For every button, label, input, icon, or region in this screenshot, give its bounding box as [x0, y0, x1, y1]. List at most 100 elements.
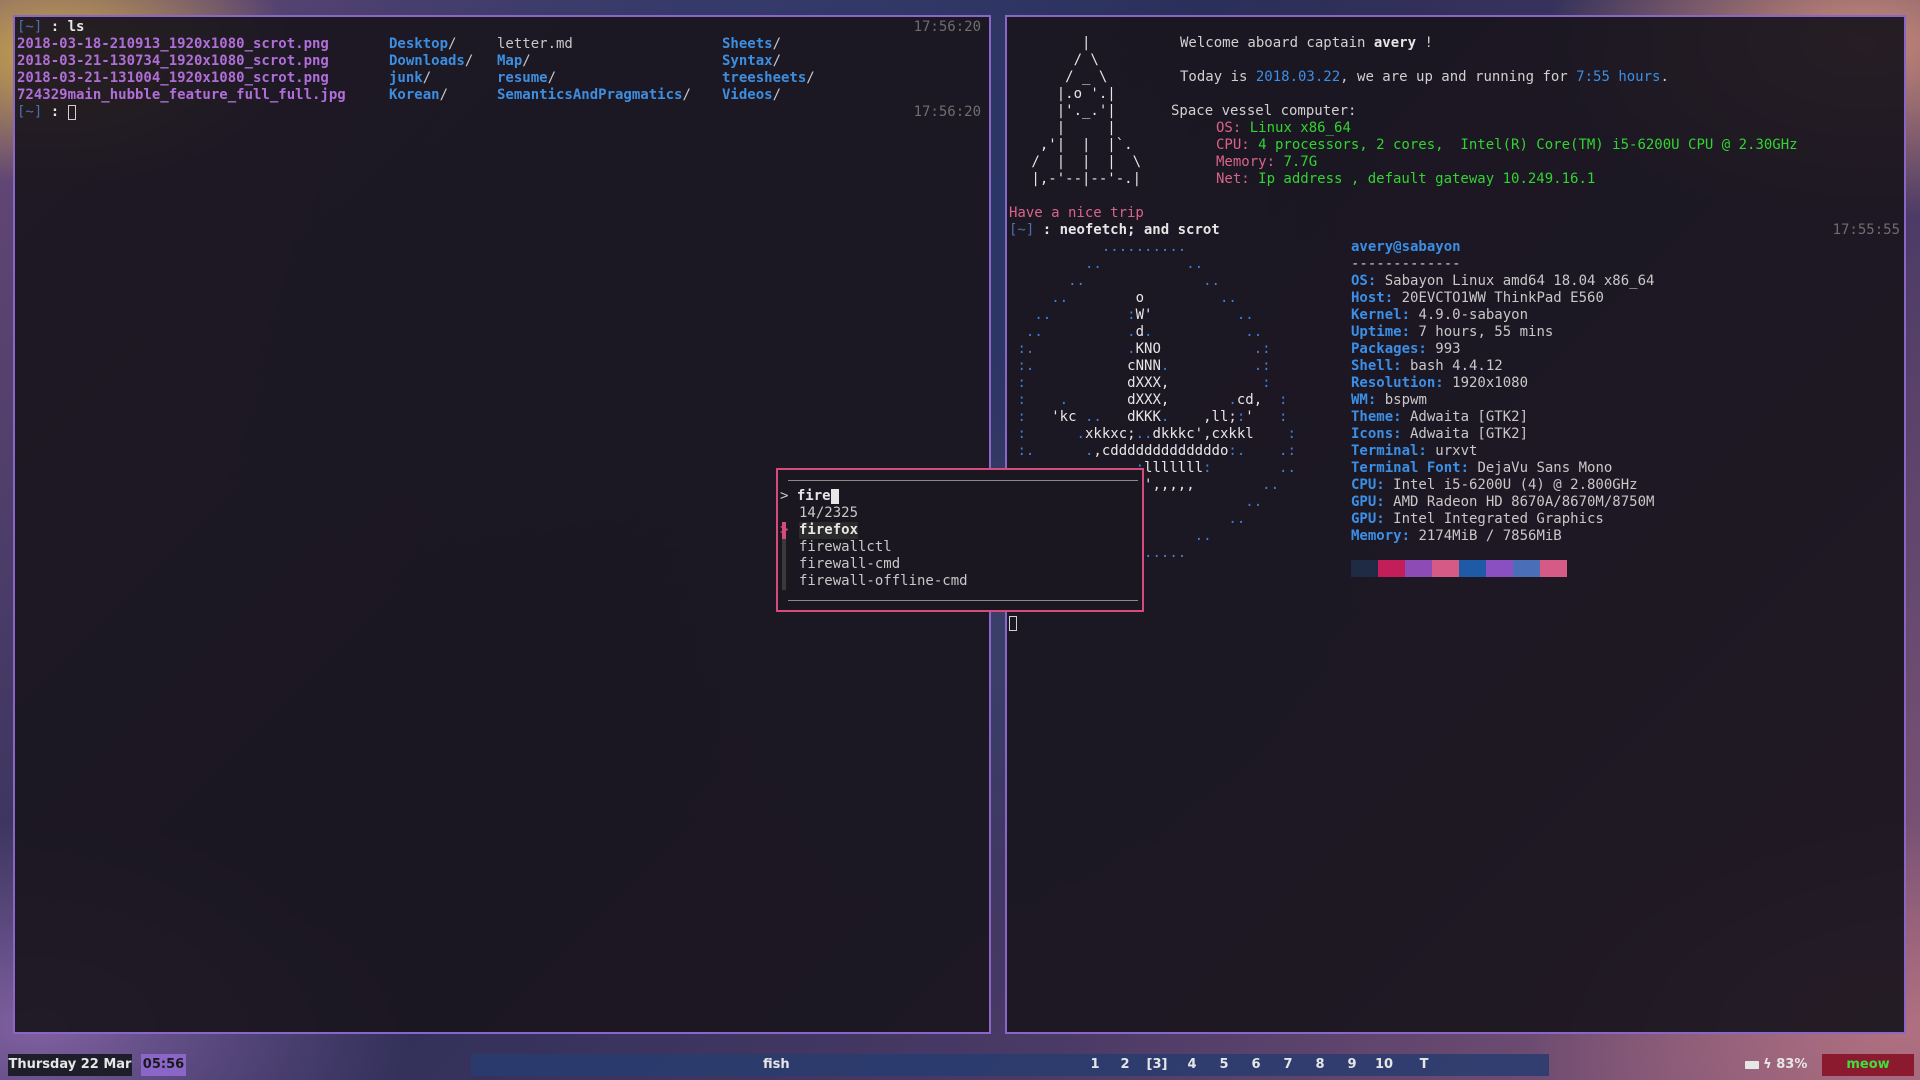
workspace-T[interactable]: T: [1412, 1054, 1436, 1076]
neofetch-ascii-line: .. ..: [1068, 273, 1220, 289]
file-name[interactable]: 2018-03-21-131004_1920x1080_scrot.png: [17, 70, 329, 87]
rocket-ascii-line: | |: [1023, 120, 1116, 136]
directory-entry[interactable]: Map/: [497, 53, 531, 70]
window-title: fish: [763, 1057, 790, 1072]
directory-entry[interactable]: treesheets/: [722, 70, 815, 87]
item-gutter: [782, 573, 786, 590]
vessel-memory: Memory: 7.7G: [1216, 154, 1318, 170]
workspace-4[interactable]: 4: [1180, 1054, 1204, 1076]
welcome-line: Welcome aboard captain avery !: [1180, 35, 1433, 51]
rocket-ascii-line: / | | | \: [1023, 154, 1142, 170]
launcher-item[interactable]: firewallctl: [799, 539, 892, 556]
rocket-ascii-line: |'._.'|: [1023, 103, 1116, 119]
rocket-ascii-line: |,-'--|--'-.|: [1023, 171, 1142, 187]
directory-entry[interactable]: Sheets/: [722, 36, 781, 53]
dash-divider: -------------: [1351, 256, 1461, 272]
neofetch-ascii-line: :. cNNN. .:: [1017, 358, 1271, 374]
vessel-os: OS: Linux x86_64: [1216, 120, 1351, 136]
color-swatch: [1405, 560, 1432, 577]
system-info-row: Uptime: 7 hours, 55 mins: [1351, 324, 1554, 340]
search-query: fire: [796, 488, 831, 504]
directory-entry[interactable]: Syntax/: [722, 53, 781, 70]
file-name[interactable]: 724329main_hubble_feature_full_full.jpg: [17, 87, 346, 104]
text-cursor: [67, 104, 76, 120]
prompt-colon: :: [50, 104, 60, 120]
rocket-ascii-line: / _ \: [1023, 69, 1108, 85]
directory-entry[interactable]: Videos/: [722, 87, 781, 104]
system-info-row: Kernel: 4.9.0-sabayon: [1351, 307, 1529, 323]
color-swatch: [1351, 560, 1378, 577]
system-info-row: CPU: Intel i5-6200U (4) @ 2.800GHz: [1351, 477, 1638, 493]
vessel-net: Net: Ip address , default gateway 10.249…: [1216, 171, 1596, 187]
color-swatch: [1486, 560, 1513, 577]
neofetch-ascii-line: : 'kc .. dKKK. ,ll;:' :: [1017, 409, 1288, 425]
neofetch-ascii-line: .. :W' ..: [1034, 307, 1254, 323]
launcher-item-selected[interactable]: firefox: [799, 522, 859, 539]
timestamp: 17:55:55: [1832, 222, 1900, 238]
vessel-heading: Space vessel computer:: [1171, 103, 1357, 119]
system-info-row: GPU: AMD Radeon HD 8670A/8670M/8750M: [1351, 494, 1655, 510]
clock-display: 05:56: [141, 1054, 186, 1076]
launcher-search-input[interactable]: > fire: [780, 488, 839, 505]
workspace-7[interactable]: 7: [1276, 1054, 1300, 1076]
rocket-ascii-line: |.o '.|: [1023, 86, 1116, 102]
workspace-1[interactable]: 1: [1083, 1054, 1107, 1076]
directory-entry[interactable]: junk/: [389, 70, 431, 87]
workspace-8[interactable]: 8: [1308, 1054, 1332, 1076]
launcher-bottom-rule: [788, 600, 1138, 601]
text-cursor: [830, 488, 839, 504]
rocket-ascii-line: |: [1023, 35, 1091, 51]
timestamp: 17:56:20: [913, 19, 981, 35]
directory-entry[interactable]: SemanticsAndPragmatics/: [497, 87, 691, 104]
launcher-top-rule: [788, 480, 1138, 481]
date-display: Thursday 22 Mar: [8, 1054, 132, 1076]
workspace-5[interactable]: 5: [1212, 1054, 1236, 1076]
system-info-row: Shell: bash 4.4.12: [1351, 358, 1503, 374]
launcher-item[interactable]: firewall-cmd: [799, 556, 900, 573]
file-name[interactable]: 2018-03-21-130734_1920x1080_scrot.png: [17, 53, 329, 70]
neofetch-ascii-line: : dXXX, :: [1017, 375, 1271, 391]
battery-indicator: ϟ 83%: [1741, 1054, 1811, 1076]
workspace-9[interactable]: 9: [1340, 1054, 1364, 1076]
neofetch-ascii-line: .. o ..: [1051, 290, 1237, 306]
rocket-ascii-line: ,'| | |`.: [1023, 137, 1133, 153]
rocket-ascii-line: / \: [1023, 52, 1099, 68]
neofetch-ascii-line: : .xkkxc;..dkkkc',cxkkl :: [1017, 426, 1296, 442]
directory-entry[interactable]: resume/: [497, 70, 556, 87]
system-info-row: WM: bspwm: [1351, 392, 1427, 408]
search-prompt-icon: >: [780, 488, 789, 504]
prompt-cursor[interactable]: [1009, 615, 1017, 632]
file-name[interactable]: 2018-03-18-210913_1920x1080_scrot.png: [17, 36, 329, 53]
status-bar: Thursday 22 Mar 05:56 fish 1 2 [3] 4 5 6 7 8 9 10…: [0, 1054, 1920, 1076]
battery-percent: 83%: [1776, 1057, 1808, 1072]
file-name[interactable]: letter.md: [497, 36, 573, 53]
battery-icon: [1744, 1060, 1759, 1069]
meow-label: meow: [1822, 1054, 1914, 1076]
directory-entry[interactable]: Desktop/: [389, 36, 456, 53]
system-info-row: Theme: Adwaita [GTK2]: [1351, 409, 1529, 425]
directory-entry[interactable]: Korean/: [389, 87, 448, 104]
prompt-dir: [~]: [17, 104, 43, 120]
prompt-line[interactable]: [~] :: [17, 104, 76, 121]
system-info-row: Packages: 993: [1351, 341, 1461, 357]
captain-name: avery: [1373, 35, 1417, 51]
directory-entry[interactable]: Downloads/: [389, 53, 473, 70]
match-count: 14/2325: [799, 505, 859, 521]
neofetch-command-line: [~] : neofetch; and scrot: [1009, 222, 1220, 238]
system-info-row: OS: Sabayon Linux amd64 18.04 x86_64: [1351, 273, 1655, 289]
system-info-row: Memory: 2174MiB / 7856MiB: [1351, 528, 1562, 544]
vessel-cpu: CPU: 4 processors, 2 cores, Intel(R) Cor…: [1216, 137, 1798, 153]
workspace-3[interactable]: [3]: [1140, 1054, 1174, 1076]
command-text: : ls: [50, 19, 85, 35]
user-host: avery@sabayon: [1351, 239, 1461, 255]
workspace-2[interactable]: 2: [1113, 1054, 1137, 1076]
launcher-item[interactable]: firewall-offline-cmd: [799, 573, 968, 590]
timestamp: 17:56:20: [913, 104, 981, 120]
system-info-row: Resolution: 1920x1080: [1351, 375, 1529, 391]
system-info-row: GPU: Intel Integrated Graphics: [1351, 511, 1604, 527]
workspace-10[interactable]: 10: [1372, 1054, 1396, 1076]
neofetch-ascii-line: .. .d. ..: [1025, 324, 1263, 340]
workspace-6[interactable]: 6: [1244, 1054, 1268, 1076]
neofetch-ascii-line: :. .,cdddddddddddddo:. .:: [1017, 443, 1296, 459]
app-launcher[interactable]: > fire 14/2325 firefox firewallctl firewal…: [776, 468, 1144, 612]
